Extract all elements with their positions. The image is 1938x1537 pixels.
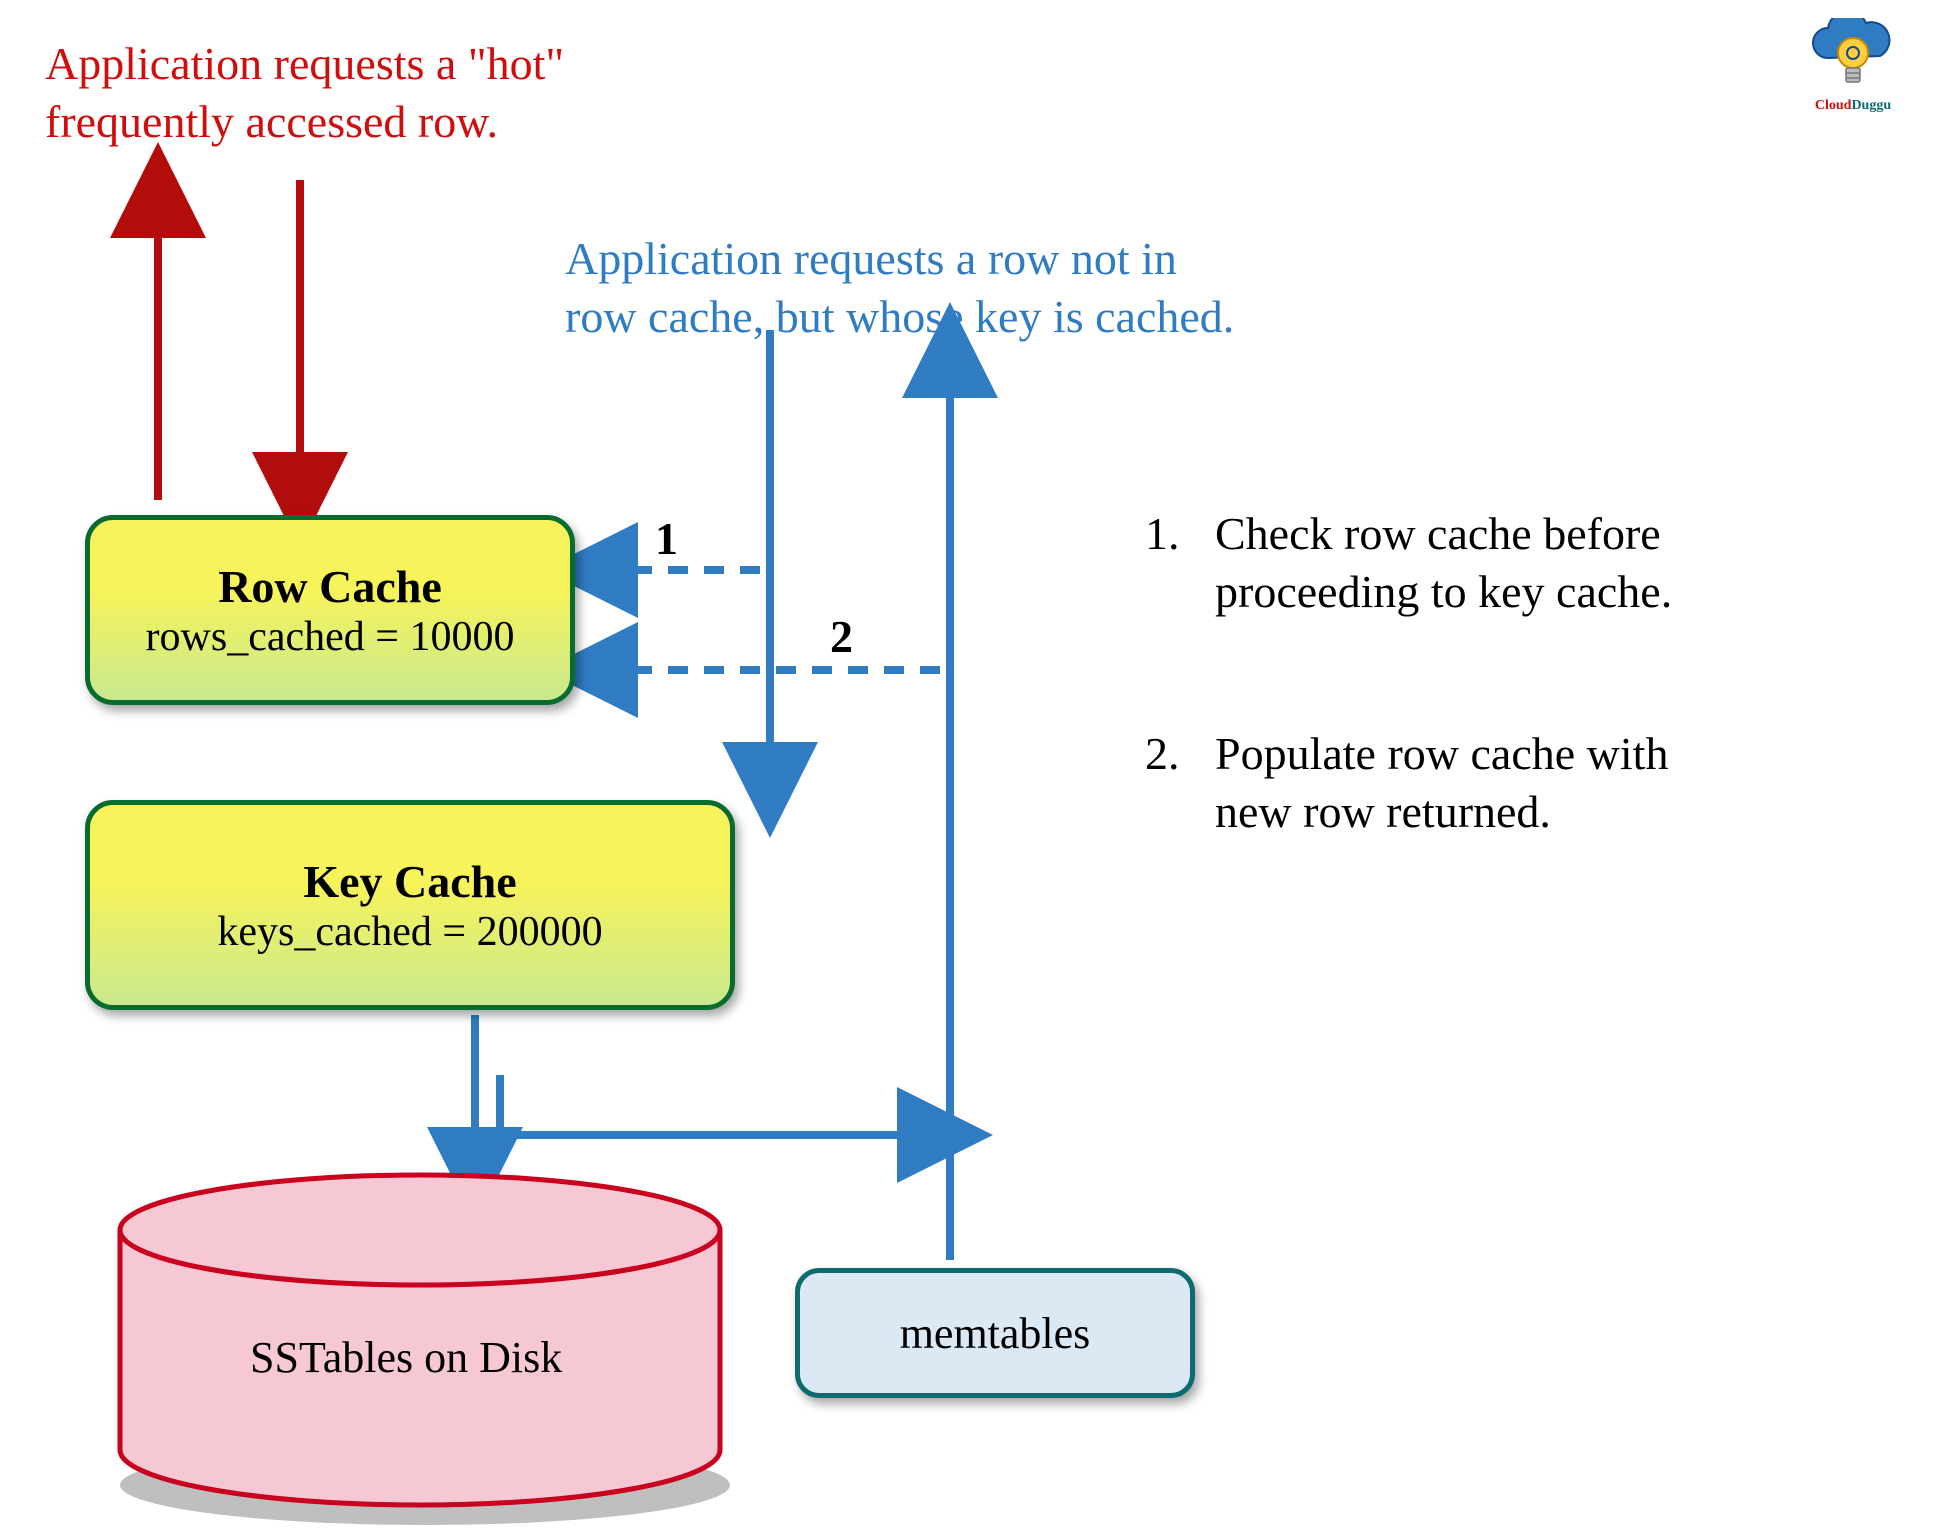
memtables-label: memtables [900,1308,1091,1359]
diagram-canvas: Application requests a "hot" frequently … [0,0,1938,1537]
row-cache-sub: rows_cached = 10000 [90,613,570,661]
brand-logo: CloudDuggu [1798,18,1908,114]
step-list-1-text: Check row cache before proceeding to key… [1215,505,1672,620]
caption-key-cached: Application requests a row not in row ca… [565,230,1234,345]
key-cache-title: Key Cache [90,855,730,908]
cloud-bulb-icon [1808,18,1898,98]
memtables-box: memtables [795,1268,1195,1398]
step-marker-2: 2 [830,608,853,666]
key-cache-box: Key Cache keys_cached = 200000 [85,800,735,1010]
step-list-2-number: 2. [1145,725,1180,783]
row-cache-box: Row Cache rows_cached = 10000 [85,515,575,705]
key-cache-sub: keys_cached = 200000 [90,908,730,956]
step-marker-1: 1 [655,510,678,568]
step-list-2-text: Populate row cache with new row returned… [1215,725,1668,840]
row-cache-title: Row Cache [90,560,570,613]
sstables-label: SSTables on Disk [250,1330,562,1385]
logo-text-right: Duggu [1851,98,1891,113]
step-list-1-number: 1. [1145,505,1180,563]
caption-hot-row: Application requests a "hot" frequently … [45,35,564,150]
logo-text-left: Cloud [1815,98,1852,113]
